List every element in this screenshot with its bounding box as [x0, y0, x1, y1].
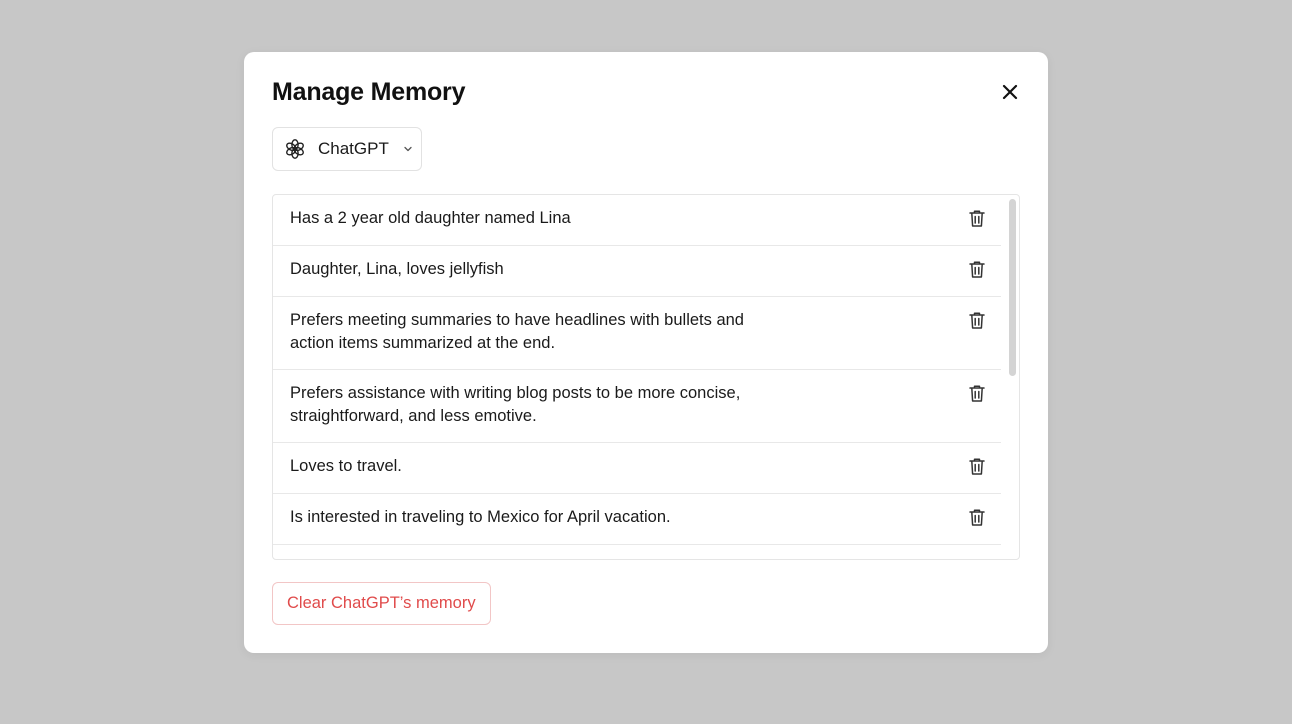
memory-item-text: Daughter, Lina, loves jellyfish — [290, 260, 504, 278]
memory-item-text: Loves to travel. — [290, 457, 402, 475]
delete-memory-button[interactable] — [967, 456, 987, 476]
close-icon — [1002, 84, 1018, 100]
trash-icon — [969, 260, 985, 278]
memory-list-scrollbar[interactable] — [1007, 199, 1017, 555]
trash-icon — [968, 559, 986, 561]
model-selector-dropdown[interactable]: ChatGPT — [272, 127, 422, 171]
selector-label: ChatGPT — [318, 139, 389, 158]
memory-item: Has a 2 year old daughter named Lina — [273, 195, 1001, 246]
memory-item: Loves to travel. — [273, 443, 1001, 494]
trash-icon — [969, 384, 985, 402]
trash-icon — [969, 457, 985, 475]
delete-memory-button[interactable] — [967, 208, 987, 228]
chevron-down-icon — [403, 144, 413, 154]
delete-memory-button[interactable] — [967, 507, 987, 527]
memory-item-text: Is interested in traveling to Mexico for… — [290, 508, 671, 526]
delete-memory-button[interactable] — [967, 310, 987, 330]
memory-item: Prefers meeting summaries to have headli… — [273, 297, 1001, 370]
memory-list-items: Has a 2 year old daughter named Lina Dau… — [273, 195, 1001, 561]
manage-memory-dialog: Manage Memory ChatGPT Has a 2 year old d… — [244, 52, 1048, 653]
memory-list[interactable]: Has a 2 year old daughter named Lina Dau… — [272, 194, 1020, 560]
openai-logo-icon — [284, 138, 306, 160]
delete-memory-button[interactable] — [967, 259, 987, 279]
close-button[interactable] — [998, 80, 1022, 104]
trash-icon — [969, 311, 985, 329]
memory-item: Daughter, Lina, loves jellyfish — [273, 246, 1001, 297]
delete-memory-button[interactable] — [967, 383, 987, 403]
scrollbar-thumb[interactable] — [1009, 199, 1016, 376]
memory-item-text: Prefers meeting summaries to have headli… — [290, 311, 744, 352]
trash-icon — [969, 508, 985, 526]
clear-memory-button[interactable]: Clear ChatGPT’s memory — [272, 582, 491, 625]
memory-item: Prefers assistance with writing blog pos… — [273, 370, 1001, 443]
memory-item — [273, 545, 1001, 561]
trash-icon — [969, 209, 985, 227]
delete-memory-button[interactable] — [967, 558, 987, 561]
memory-item-text: Prefers assistance with writing blog pos… — [290, 384, 741, 425]
memory-item-text: Has a 2 year old daughter named Lina — [290, 209, 571, 227]
memory-item: Is interested in traveling to Mexico for… — [273, 494, 1001, 545]
dialog-title: Manage Memory — [272, 78, 466, 106]
